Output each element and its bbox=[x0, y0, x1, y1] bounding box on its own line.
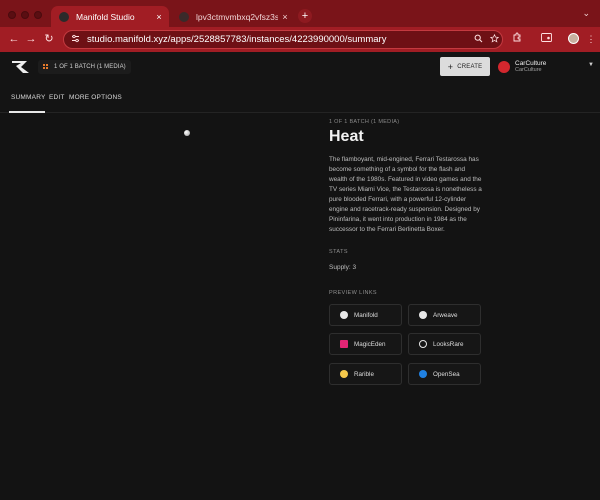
page-title: Heat bbox=[329, 128, 364, 145]
magiceden-icon bbox=[340, 340, 348, 348]
arweave-icon bbox=[419, 311, 427, 319]
browser-tab-strip: Manifold Studio × lpv3ctmvmbxq2vfsz3scn7… bbox=[0, 0, 600, 27]
token-description: The flamboyant, mid-engined, Ferrari Tes… bbox=[329, 156, 482, 233]
preview-link-opensea[interactable]: OpenSea bbox=[408, 363, 481, 385]
opensea-icon bbox=[419, 370, 427, 378]
preview-link-looksrare[interactable]: LooksRare bbox=[408, 333, 481, 355]
forward-button[interactable]: → bbox=[24, 32, 38, 46]
supply-value: Supply: 3 bbox=[329, 264, 357, 271]
tab-title: lpv3ctmvmbxq2vfsz3scn7oll bbox=[196, 11, 278, 22]
search-icon[interactable] bbox=[470, 34, 486, 45]
browser-toolbar: ← → ↻ studio.manifold.xyz/apps/252885778… bbox=[0, 27, 600, 52]
account-avatar bbox=[498, 61, 510, 73]
close-tab-icon[interactable]: × bbox=[152, 12, 166, 22]
preview-links-heading: PREVIEW LINKS bbox=[329, 290, 377, 296]
plus-icon: + bbox=[447, 61, 454, 72]
reload-button[interactable]: ↻ bbox=[42, 32, 56, 46]
preview-link-rarible[interactable]: Rarible bbox=[329, 363, 402, 385]
batch-eyebrow: 1 OF 1 BATCH (1 MEDIA) bbox=[329, 119, 400, 125]
create-label: CREATE bbox=[457, 63, 483, 70]
chevron-down-icon: ▼ bbox=[588, 62, 594, 68]
account-name: CarCulture bbox=[515, 60, 547, 67]
close-tab-icon[interactable]: × bbox=[278, 12, 292, 22]
grid-icon bbox=[43, 64, 49, 70]
instance-subnav: SUMMARY EDIT MORE OPTIONS bbox=[0, 82, 600, 113]
rarible-icon bbox=[340, 370, 348, 378]
preview-link-label: Rarible bbox=[354, 370, 374, 378]
tab-title: Manifold Studio bbox=[76, 11, 135, 22]
tab-search-icon[interactable]: ⌄ bbox=[582, 8, 590, 19]
site-info-icon[interactable] bbox=[71, 34, 83, 45]
batch-selector[interactable]: 1 OF 1 BATCH (1 MEDIA) bbox=[38, 60, 131, 74]
address-bar[interactable]: studio.manifold.xyz/apps/2528857783/inst… bbox=[63, 30, 503, 49]
media-preview bbox=[0, 113, 318, 500]
preview-link-label: Arweave bbox=[433, 311, 458, 319]
preview-link-manifold[interactable]: Manifold bbox=[329, 304, 402, 326]
batch-label: 1 OF 1 BATCH (1 MEDIA) bbox=[54, 64, 126, 70]
profile-switch-icon[interactable] bbox=[539, 32, 553, 46]
tab-manifold-studio[interactable]: Manifold Studio × bbox=[51, 6, 169, 27]
create-button[interactable]: + CREATE bbox=[440, 57, 490, 76]
app-header: 1 OF 1 BATCH (1 MEDIA) + CREATE CarCultu… bbox=[0, 52, 600, 82]
preview-link-label: MagicEden bbox=[354, 340, 386, 348]
tab-edit[interactable]: EDIT bbox=[49, 94, 65, 101]
star-icon[interactable] bbox=[486, 33, 502, 45]
stats-heading: STATS bbox=[329, 249, 348, 255]
back-button[interactable]: ← bbox=[7, 32, 21, 46]
preview-link-magiceden[interactable]: MagicEden bbox=[329, 333, 402, 355]
preview-link-label: LooksRare bbox=[433, 340, 464, 348]
loading-spinner-icon bbox=[184, 130, 190, 136]
main-content: 1 OF 1 BATCH (1 MEDIA) Heat The flamboya… bbox=[0, 113, 600, 500]
preview-link-label: OpenSea bbox=[433, 370, 460, 378]
preview-link-label: Manifold bbox=[354, 311, 378, 319]
window-zoom-dot[interactable] bbox=[34, 11, 42, 19]
tab-more-options[interactable]: MORE OPTIONS bbox=[69, 94, 122, 101]
account-subname: CarCulture bbox=[515, 67, 542, 73]
kebab-menu-icon[interactable]: ⋮ bbox=[584, 32, 598, 46]
tab-summary[interactable]: SUMMARY bbox=[11, 94, 46, 101]
manifold-favicon-icon bbox=[59, 11, 69, 22]
window-minimize-dot[interactable] bbox=[21, 11, 29, 19]
puzzle-icon[interactable] bbox=[510, 32, 524, 46]
new-tab-button[interactable]: + bbox=[298, 9, 312, 23]
window-close-dot[interactable] bbox=[8, 11, 16, 19]
avatar[interactable] bbox=[566, 32, 580, 46]
looksrare-icon bbox=[419, 340, 427, 348]
manifold-logo-icon[interactable] bbox=[11, 60, 31, 74]
manifold-icon bbox=[340, 311, 348, 319]
page-favicon-icon bbox=[179, 11, 189, 22]
preview-link-arweave[interactable]: Arweave bbox=[408, 304, 481, 326]
url-text: studio.manifold.xyz/apps/2528857783/inst… bbox=[87, 34, 387, 45]
account-switcher[interactable]: CarCulture CarCulture ▼ bbox=[498, 59, 594, 75]
tab-second[interactable]: lpv3ctmvmbxq2vfsz3scn7oll × bbox=[171, 6, 295, 27]
